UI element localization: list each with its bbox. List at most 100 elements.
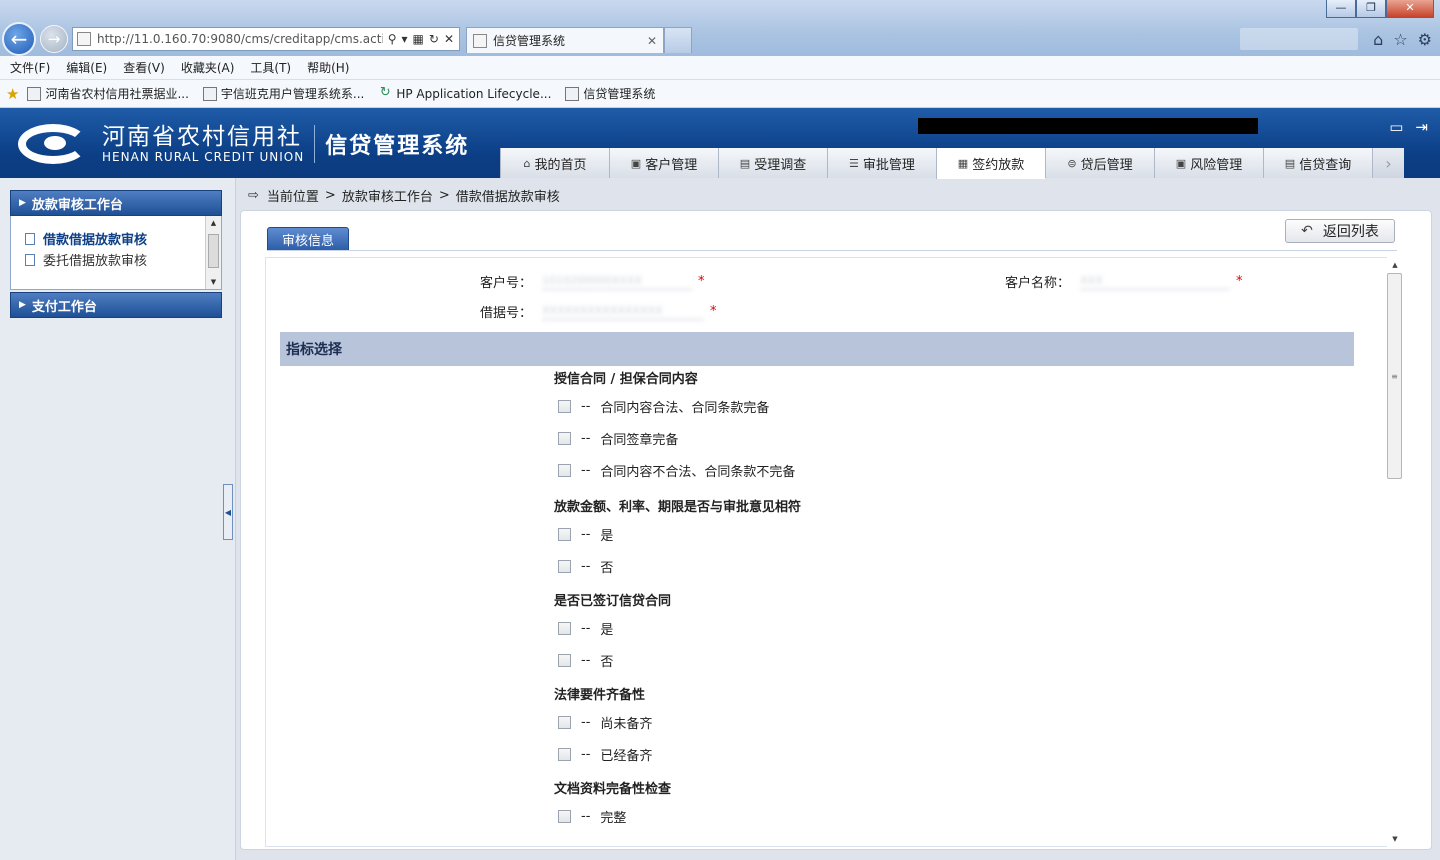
customer-no-field: 客户号： 1010200000XXXX *: [462, 270, 705, 292]
option-label: 合同内容不合法、合同条款不完备: [600, 464, 796, 480]
system-name: 信贷管理系统: [325, 134, 470, 159]
option-row[interactable]: -- 完整: [554, 800, 671, 832]
gear-icon[interactable]: ⚙: [1418, 30, 1432, 49]
address-url[interactable]: http://11.0.160.70:9080/cms/creditapp/cm…: [97, 32, 383, 46]
favorite-link[interactable]: 信贷管理系统: [565, 85, 655, 102]
search-icon[interactable]: ⚲: [388, 32, 397, 46]
favorites-star-icon[interactable]: ★: [6, 85, 19, 103]
breadcrumb-separator: >: [438, 188, 450, 203]
address-bar[interactable]: http://11.0.160.70:9080/cms/creditapp/cm…: [72, 27, 460, 51]
nav-tab-postloan[interactable]: ⊜ 贷后管理: [1045, 148, 1154, 178]
menu-edit[interactable]: 编辑(E): [66, 59, 107, 76]
sidebar-item-loan-receipt-review[interactable]: 借款借据放款审核: [25, 228, 221, 249]
option-row[interactable]: -- 尚未备齐: [554, 706, 652, 738]
scroll-up-icon[interactable]: ▲: [206, 216, 221, 230]
triangle-right-icon: ▶: [19, 198, 26, 208]
sidebar-panel-header[interactable]: ▶ 放款审核工作台: [10, 190, 222, 216]
breadcrumb-item[interactable]: 放款审核工作台: [342, 186, 433, 205]
checkbox[interactable]: [558, 527, 571, 541]
nav-more-button[interactable]: ›: [1372, 148, 1404, 178]
menu-view[interactable]: 查看(V): [123, 59, 165, 76]
favorite-link[interactable]: ↻ HP Application Lifecycle...: [378, 86, 551, 101]
stop-icon[interactable]: ✕: [444, 32, 454, 46]
nav-tab-contract[interactable]: ▦ 签约放款: [936, 148, 1045, 179]
favorite-link[interactable]: 河南省农村信用社票据业...: [27, 85, 189, 102]
scroll-down-icon[interactable]: ▼: [1389, 833, 1401, 845]
option-row[interactable]: -- 是: [554, 612, 671, 644]
restore-button[interactable]: ❐: [1356, 0, 1386, 18]
option-label: 是: [600, 528, 614, 544]
scroll-thumb[interactable]: [208, 234, 219, 268]
breadcrumb: ⇨ 当前位置 > 放款审核工作台 > 借款借据放款审核: [248, 186, 560, 205]
option-row[interactable]: -- 已经备齐: [554, 738, 652, 770]
back-to-list-button[interactable]: ↶ 返回列表: [1285, 219, 1395, 243]
option-label: 否: [600, 654, 614, 670]
back-button[interactable]: ←: [2, 22, 36, 56]
checkbox[interactable]: [558, 463, 571, 477]
checkbox[interactable]: [558, 747, 571, 761]
nav-tab-query[interactable]: ▤ 信贷查询: [1263, 148, 1372, 178]
menu-file[interactable]: 文件(F): [10, 59, 50, 76]
checkbox[interactable]: [558, 715, 571, 729]
triangle-right-icon: ▶: [19, 300, 26, 310]
question-title: 是否已签订信贷合同: [554, 594, 672, 609]
compat-view-icon[interactable]: ▦: [413, 32, 424, 46]
search-box-blurred[interactable]: [1240, 28, 1358, 50]
receipt-no-value: XXXXXXXXXXXXXXXX: [542, 302, 704, 320]
menu-favorites[interactable]: 收藏夹(A): [181, 59, 235, 76]
menu-help[interactable]: 帮助(H): [307, 59, 349, 76]
sidebar-collapse-handle[interactable]: ◀: [223, 484, 233, 540]
form-scrollbar[interactable]: ▲ ≡ ▼: [1387, 257, 1403, 847]
option-row[interactable]: -- 否: [554, 550, 801, 582]
refresh-icon[interactable]: ↻: [429, 32, 439, 46]
option-row[interactable]: -- 否: [554, 644, 671, 676]
close-window-button[interactable]: ✕: [1386, 0, 1434, 18]
nav-tab-risk[interactable]: ▣ 风险管理: [1154, 148, 1263, 178]
scroll-down-icon[interactable]: ▼: [206, 275, 221, 289]
sidebar-item-entrusted-receipt-review[interactable]: 委托借据放款审核: [25, 249, 221, 270]
location-icon: ⇨: [248, 188, 259, 203]
option-row[interactable]: -- 是: [554, 518, 801, 550]
review-form: 客户号： 1010200000XXXX * 客户名称： XXX * 借据号： X…: [265, 257, 1389, 847]
required-mark: *: [1236, 273, 1243, 289]
redacted-user-info: [918, 118, 1258, 134]
monitor-icon[interactable]: ▭: [1389, 118, 1403, 136]
option-row[interactable]: -- 合同内容不合法、合同条款不完备: [554, 454, 795, 486]
checkbox[interactable]: [558, 431, 571, 445]
checkbox[interactable]: [558, 809, 571, 823]
favorites-star-icon[interactable]: ☆: [1393, 30, 1407, 49]
browser-tab[interactable]: 信贷管理系统 ✕: [466, 27, 664, 53]
question-amount-match: 放款金额、利率、期限是否与审批意见相符 -- 是 -- 否: [554, 498, 801, 582]
menu-tools[interactable]: 工具(T): [250, 59, 291, 76]
question-document-completeness: 文档资料完备性检查 -- 完整: [554, 780, 671, 832]
checkbox[interactable]: [558, 621, 571, 635]
nav-tab-approval[interactable]: ☰ 审批管理: [827, 148, 936, 178]
sidebar-scrollbar[interactable]: ▲ ▼: [205, 216, 221, 289]
checkbox[interactable]: [558, 399, 571, 413]
home-icon[interactable]: ⌂: [1373, 30, 1383, 49]
logo: 河南省农村信用社 HENAN RURAL CREDIT UNION 信贷管理系统: [14, 122, 469, 166]
checkbox[interactable]: [558, 653, 571, 667]
nav-tab-survey[interactable]: ▤ 受理调查: [718, 148, 827, 178]
customer-no-value: 1010200000XXXX: [542, 272, 692, 290]
breadcrumb-separator: >: [324, 188, 336, 203]
minimize-button[interactable]: —: [1326, 0, 1356, 18]
new-tab-button[interactable]: [664, 27, 692, 53]
checkbox[interactable]: [558, 559, 571, 573]
question-title: 法律要件齐备性: [554, 688, 646, 703]
scroll-thumb[interactable]: ≡: [1387, 273, 1402, 479]
customer-name-label: 客户名称：: [1004, 275, 1070, 291]
tab-review-info[interactable]: 审核信息: [267, 227, 349, 251]
forward-button[interactable]: →: [40, 25, 68, 53]
sidebar-panel-header[interactable]: ▶ 支付工作台: [10, 292, 222, 318]
option-row[interactable]: -- 合同内容合法、合同条款完备: [554, 390, 795, 422]
tab-title: 信贷管理系统: [493, 34, 566, 48]
logout-icon[interactable]: ⇥: [1415, 118, 1428, 136]
nav-tab-customer[interactable]: ▣ 客户管理: [609, 148, 718, 178]
nav-tab-home[interactable]: ⌂ 我的首页: [500, 148, 609, 178]
option-row[interactable]: -- 合同签章完备: [554, 422, 795, 454]
dropdown-icon[interactable]: ▾: [402, 32, 408, 46]
favorite-link[interactable]: 宇信班克用户管理系统系...: [202, 85, 364, 102]
tab-close-icon[interactable]: ✕: [647, 34, 663, 48]
scroll-up-icon[interactable]: ▲: [1389, 259, 1401, 271]
